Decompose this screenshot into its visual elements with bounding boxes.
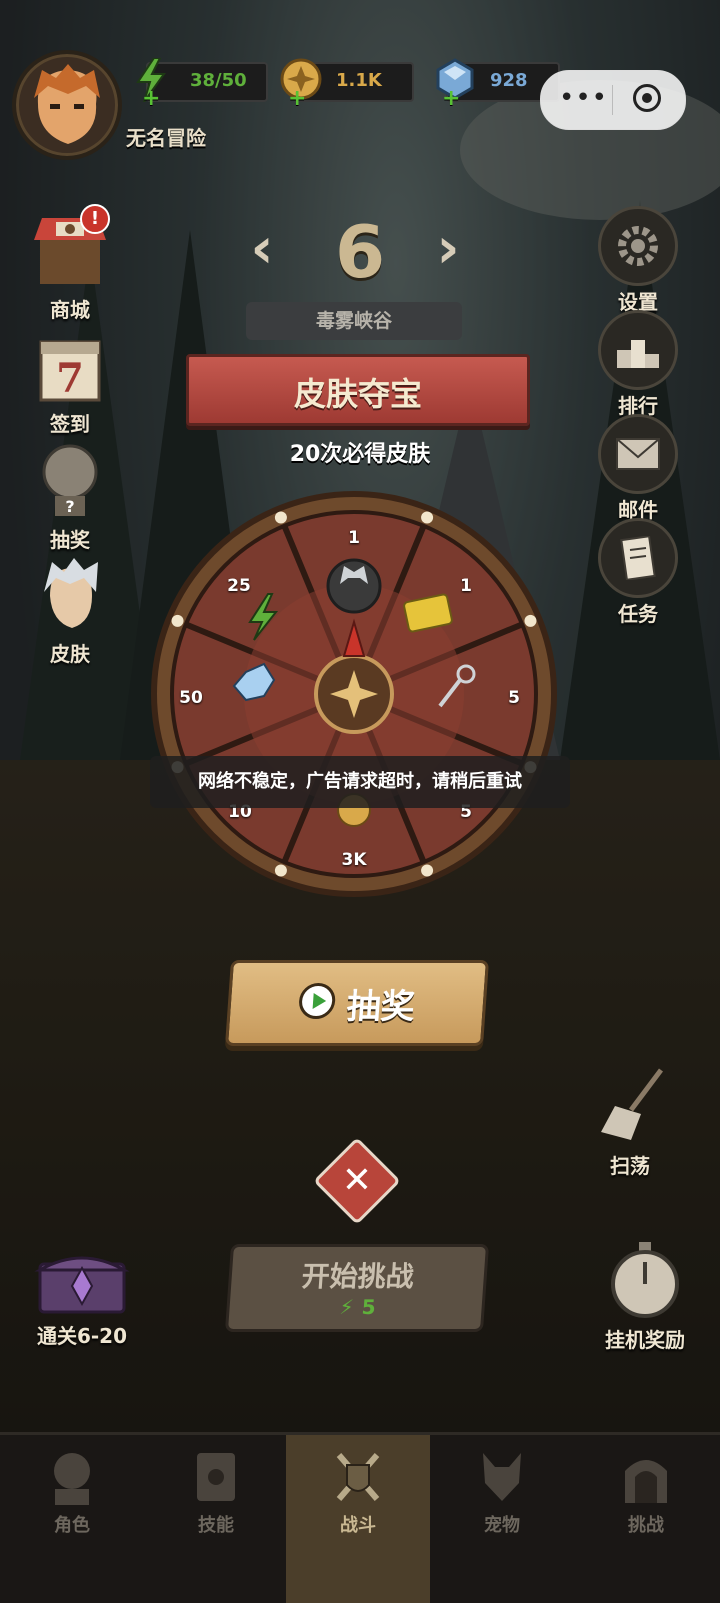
dungeon-gate-icon bbox=[625, 1460, 667, 1503]
spin-button[interactable]: 抽奖 bbox=[224, 960, 490, 1046]
sweep-label: 扫荡 bbox=[610, 1154, 650, 1178]
wheel-rim-light bbox=[421, 864, 434, 877]
stopwatch-icon bbox=[611, 1242, 679, 1318]
close-miniprogram-icon[interactable] bbox=[633, 84, 661, 112]
quest-icon bbox=[598, 518, 678, 598]
tab-label: 角色 bbox=[54, 1515, 90, 1536]
shop-button[interactable]: ! 商城 bbox=[20, 204, 120, 323]
shop-label: 商城 bbox=[50, 298, 90, 322]
player-avatar[interactable] bbox=[12, 50, 122, 160]
capsule-divider bbox=[612, 85, 613, 115]
more-menu-icon[interactable]: ••• bbox=[559, 83, 608, 113]
segment-label: 50 bbox=[179, 688, 203, 708]
play-ad-icon bbox=[297, 983, 337, 1019]
mail-button[interactable]: 邮件 bbox=[588, 414, 688, 523]
popup-title-ribbon: 皮肤夺宝 bbox=[167, 354, 549, 426]
settings-button[interactable]: 设置 bbox=[588, 206, 688, 315]
stage-number: 6 bbox=[334, 210, 386, 294]
energy-value: 38/50 bbox=[190, 70, 247, 91]
calendar-day: 7 bbox=[56, 355, 84, 402]
prize-wheel: 1 1 5 5 3K 10 50 25 bbox=[150, 490, 558, 898]
checkin-label: 签到 bbox=[50, 412, 90, 436]
prev-stage-chevron-icon[interactable]: ‹ bbox=[238, 221, 286, 277]
tab-character[interactable]: 角色 bbox=[0, 1435, 144, 1603]
chest-label: 通关6-20 bbox=[36, 1324, 128, 1348]
tab-battle[interactable]: 战斗 bbox=[286, 1435, 430, 1603]
miniprogram-capsule: ••• bbox=[540, 70, 686, 130]
svg-text:?: ? bbox=[65, 497, 74, 516]
challenge-cost-value: 5 bbox=[360, 1295, 377, 1319]
tab-label: 战斗 bbox=[340, 1515, 376, 1536]
add-gem-icon[interactable]: + bbox=[442, 86, 460, 111]
wheel-rim-light bbox=[274, 864, 287, 877]
network-error-toast: 网络不稳定，广告请求超时，请稍后重试 bbox=[150, 756, 570, 808]
add-gold-icon[interactable]: + bbox=[288, 86, 306, 111]
checkin-button[interactable]: 7 签到 bbox=[20, 334, 120, 437]
tab-pets[interactable]: 宠物 bbox=[430, 1435, 574, 1603]
tab-label: 技能 bbox=[198, 1515, 234, 1536]
skin-icon bbox=[44, 558, 98, 628]
start-challenge-button[interactable]: 开始挑战 ⚡ 5 bbox=[224, 1244, 490, 1332]
ranking-button[interactable]: 排行 bbox=[588, 310, 688, 419]
quest-button[interactable]: 任务 bbox=[588, 518, 688, 627]
stage-name: 毒雾峡谷 bbox=[246, 302, 462, 340]
skin-button[interactable]: 皮肤 bbox=[20, 556, 120, 667]
character-icon bbox=[54, 1453, 90, 1505]
challenge-cost: ⚡ 5 bbox=[339, 1295, 377, 1319]
quest-label: 任务 bbox=[618, 602, 658, 626]
popup-subtitle: 20次必得皮肤 bbox=[289, 442, 431, 467]
segment-label: 5 bbox=[508, 688, 520, 708]
tab-label: 挑战 bbox=[628, 1515, 664, 1536]
wheel-rim-light bbox=[524, 614, 537, 627]
idle-reward-label: 挂机奖励 bbox=[605, 1328, 685, 1352]
lightning-icon: ⚡ bbox=[338, 1295, 355, 1319]
energy-counter[interactable]: 38/50 + bbox=[136, 57, 268, 111]
player-name: 无名冒险 bbox=[126, 126, 206, 150]
close-icon: ✕ bbox=[341, 1160, 373, 1201]
lottery-icon: ? bbox=[42, 444, 98, 516]
shop-alert-badge: ! bbox=[80, 204, 110, 234]
spellbook-icon bbox=[197, 1453, 235, 1501]
segment-label: 3K bbox=[341, 850, 367, 870]
wheel-rim-light bbox=[421, 511, 434, 524]
podium-icon bbox=[598, 310, 678, 390]
wheel-rim-light bbox=[274, 511, 287, 524]
add-energy-icon[interactable]: + bbox=[142, 86, 160, 111]
segment-label: 1 bbox=[348, 528, 360, 548]
lottery-label: 抽奖 bbox=[50, 528, 90, 552]
spin-label: 抽奖 bbox=[345, 987, 417, 1027]
idle-reward-button[interactable]: 挂机奖励 bbox=[580, 1240, 710, 1353]
next-stage-chevron-icon[interactable]: › bbox=[424, 221, 472, 277]
tab-skills[interactable]: 技能 bbox=[144, 1435, 288, 1603]
mail-icon bbox=[598, 414, 678, 494]
bottom-nav: 角色 技能 战斗 宠物 挑战 bbox=[0, 1432, 720, 1603]
crossed-swords-icon bbox=[336, 1453, 380, 1501]
gear-icon bbox=[598, 206, 678, 286]
tab-label: 宠物 bbox=[484, 1515, 520, 1536]
popup-title: 皮肤夺宝 bbox=[293, 375, 422, 413]
lottery-button[interactable]: ? 抽奖 bbox=[20, 440, 120, 553]
sweep-button[interactable]: 扫荡 bbox=[580, 1066, 680, 1179]
skin-label: 皮肤 bbox=[50, 642, 90, 666]
wheel-rim-light bbox=[171, 614, 184, 627]
broom-icon bbox=[601, 1068, 663, 1140]
calendar-icon: 7 bbox=[39, 340, 101, 402]
challenge-label: 开始挑战 bbox=[300, 1260, 415, 1293]
tab-challenge[interactable]: 挑战 bbox=[574, 1435, 718, 1603]
segment-label: 1 bbox=[460, 576, 472, 596]
gold-counter[interactable]: 1.1K + bbox=[280, 58, 414, 111]
gold-value: 1.1K bbox=[336, 70, 382, 91]
chest-reward-button[interactable]: 通关6-20 bbox=[22, 1246, 142, 1349]
pet-wolf-icon bbox=[483, 1453, 521, 1501]
segment-label: 25 bbox=[227, 576, 251, 596]
treasure-chest-icon bbox=[34, 1256, 130, 1314]
gem-value: 928 bbox=[490, 70, 528, 91]
